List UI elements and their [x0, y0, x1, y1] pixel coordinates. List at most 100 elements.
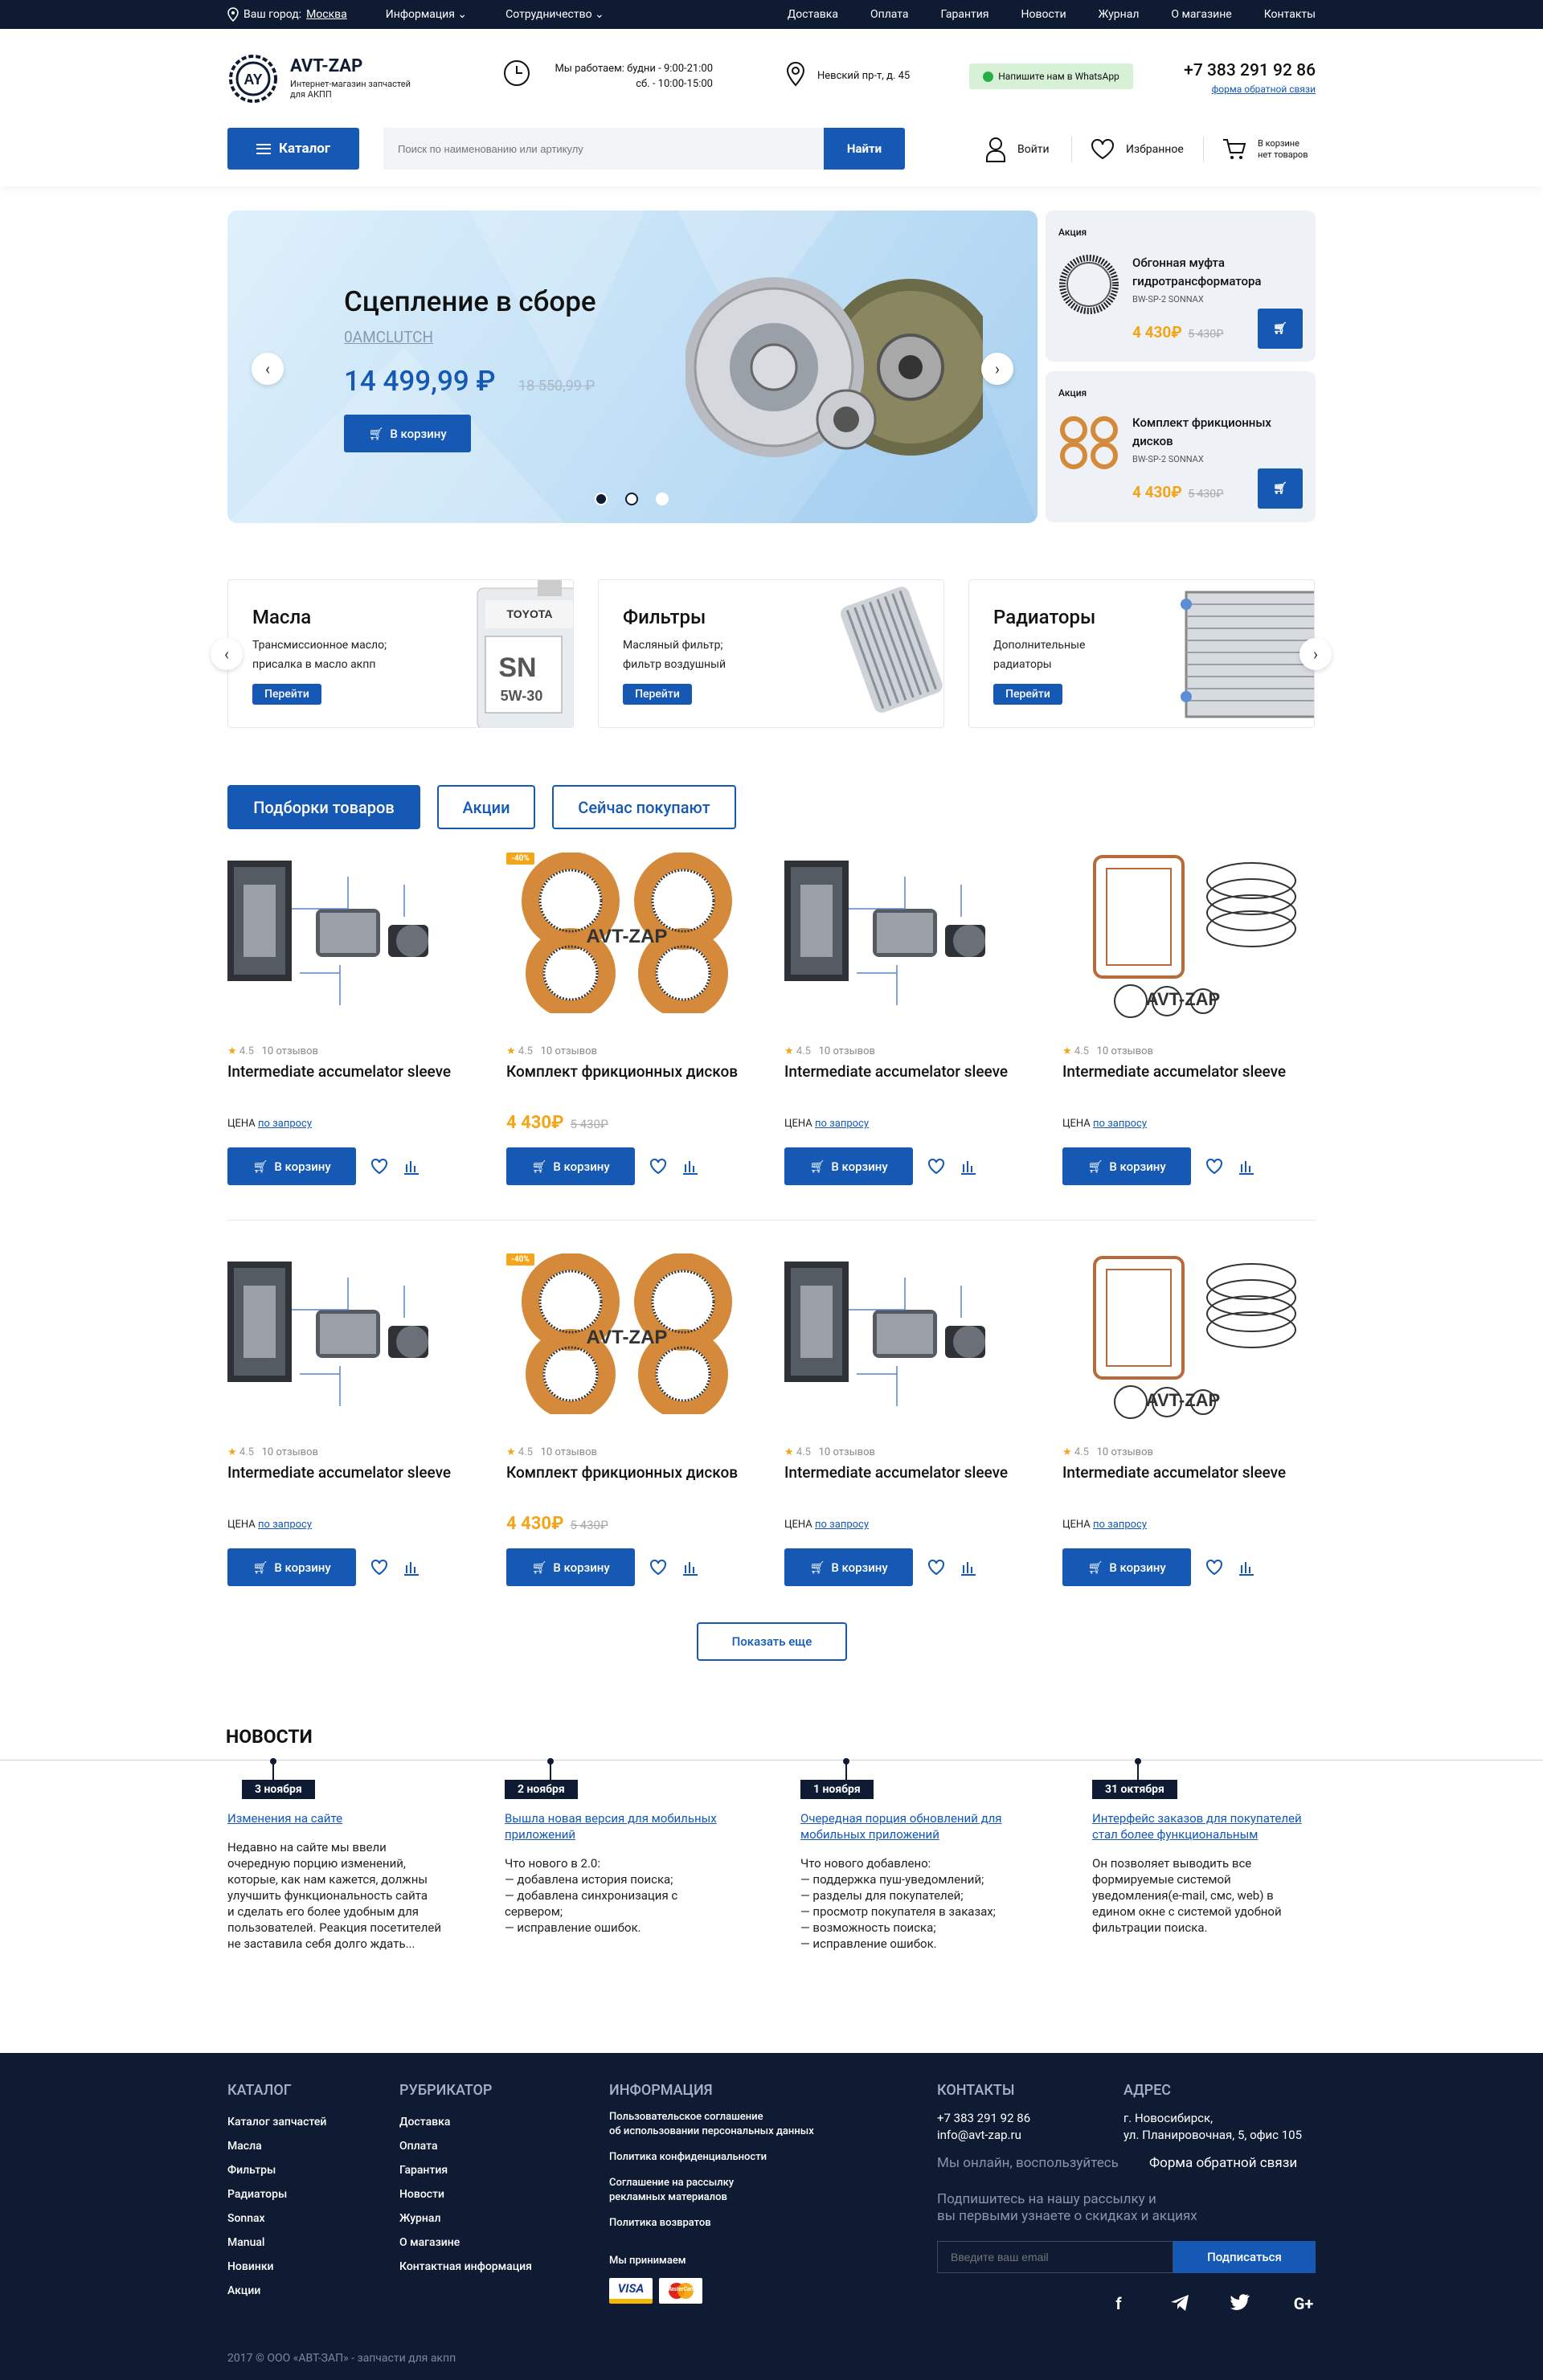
favorite-heart-icon[interactable] [927, 1158, 945, 1176]
compare-icon[interactable] [960, 1559, 977, 1576]
subscribe-button[interactable]: Подписаться [1173, 2241, 1316, 2273]
footer-catalog-link[interactable]: Масла [227, 2134, 326, 2158]
footer-rubric-link[interactable]: О магазине [399, 2231, 532, 2255]
coop-dropdown[interactable]: Сотрудничество ⌄ [505, 8, 604, 21]
favorite-heart-icon[interactable] [649, 1158, 667, 1176]
add-to-cart-button[interactable]: 🛒︎ В корзину [227, 1548, 356, 1586]
compare-icon[interactable] [1238, 1559, 1255, 1576]
twitter-icon[interactable] [1230, 2294, 1250, 2310]
search-button[interactable]: Найти [824, 128, 905, 170]
promo-cart-button[interactable]: 🛒︎ [1258, 468, 1303, 509]
product-name[interactable]: Intermediate accumelator sleeve [227, 1061, 469, 1082]
news-title-link[interactable]: Интерфейс заказов для покупателей стал б… [1092, 1810, 1325, 1842]
header-phone[interactable]: +7 383 291 92 86 [1184, 61, 1316, 80]
news-title-link[interactable]: Изменения на сайте [227, 1810, 460, 1826]
favorite-heart-icon[interactable] [370, 1559, 388, 1576]
footer-info-link[interactable]: Пользовательское соглашение об использов… [609, 2110, 814, 2139]
nav-contacts[interactable]: Контакты [1264, 8, 1316, 21]
cart-button[interactable]: В корзине нет товаров [1222, 133, 1308, 166]
subscribe-email-input[interactable] [937, 2241, 1173, 2273]
nav-news[interactable]: Новости [1021, 8, 1066, 21]
product-image[interactable]: AVT-ZAP [1062, 853, 1304, 1045]
compare-icon[interactable] [960, 1158, 977, 1176]
compare-icon[interactable] [403, 1158, 420, 1176]
product-name[interactable]: Intermediate accumelator sleeve [227, 1462, 469, 1482]
nav-payment[interactable]: Оплата [870, 8, 909, 21]
category-go-button[interactable]: Перейти [623, 684, 692, 705]
telegram-icon[interactable] [1170, 2294, 1189, 2312]
product-name[interactable]: Intermediate accumelator sleeve [784, 1462, 1025, 1482]
product-image[interactable]: AVT-ZAP -40% [506, 852, 747, 1045]
add-to-cart-button[interactable]: 🛒︎ В корзину [784, 1147, 913, 1185]
compare-icon[interactable] [1238, 1158, 1255, 1176]
footer-feedback-link[interactable]: Форма обратной связи [1149, 2155, 1297, 2171]
slider-dot[interactable] [595, 493, 608, 505]
catalog-button[interactable]: Каталог [227, 128, 359, 170]
slider-dot[interactable] [656, 493, 669, 505]
login-button[interactable]: Войти [985, 133, 1050, 166]
category-card-filters[interactable]: Фильтры Масляный фильтр; фильтр воздушны… [598, 579, 944, 728]
nav-warranty[interactable]: Гарантия [941, 8, 989, 21]
product-name[interactable]: Комплект фрикционных дисков [506, 1462, 747, 1482]
search-input[interactable] [383, 128, 824, 170]
favorite-heart-icon[interactable] [370, 1158, 388, 1176]
product-name[interactable]: Intermediate accumelator sleeve [1062, 1462, 1304, 1482]
nav-delivery[interactable]: Доставка [788, 8, 838, 21]
google-plus-icon[interactable]: G+ [1291, 2294, 1316, 2313]
product-image[interactable]: AVT-ZAP [1062, 1253, 1304, 1446]
footer-catalog-link[interactable]: Акции [227, 2279, 326, 2303]
compare-icon[interactable] [681, 1559, 699, 1576]
favorite-heart-icon[interactable] [1205, 1559, 1223, 1576]
news-title-link[interactable]: Вышла новая версия для мобильных приложе… [505, 1810, 738, 1842]
promo-card[interactable]: Акция Обгонная муфта гидротрансформатора… [1046, 211, 1316, 362]
categories-next-arrow[interactable]: › [1299, 638, 1332, 670]
tab-promotions[interactable]: Акции [437, 785, 535, 829]
hero-prev-arrow[interactable]: ‹ [252, 353, 284, 385]
price-request-link[interactable]: по запросу [815, 1118, 869, 1130]
facebook-icon[interactable]: f [1109, 2294, 1128, 2313]
whatsapp-button[interactable]: Напишите нам в WhatsApp [969, 63, 1133, 89]
city-value[interactable]: Москва [306, 8, 347, 21]
favorite-heart-icon[interactable] [927, 1559, 945, 1576]
footer-catalog-link[interactable]: Каталог запчастей [227, 2110, 326, 2134]
category-card-radiators[interactable]: Радиаторы Дополнительные радиаторы Перей… [968, 579, 1315, 728]
product-image[interactable] [227, 1253, 469, 1446]
footer-catalog-link[interactable]: Новинки [227, 2255, 326, 2279]
add-to-cart-button[interactable]: 🛒︎ В корзину [1062, 1147, 1191, 1185]
nav-about[interactable]: О магазине [1171, 8, 1231, 21]
price-request-link[interactable]: по запросу [1093, 1519, 1147, 1531]
promo-cart-button[interactable]: 🛒︎ [1258, 309, 1303, 349]
footer-info-link[interactable]: Соглашение на рассылку рекламных материа… [609, 2176, 814, 2205]
footer-catalog-link[interactable]: Sonnax [227, 2206, 326, 2231]
product-image[interactable] [784, 853, 1025, 1045]
slider-dot[interactable] [625, 493, 638, 505]
city-selector[interactable]: Ваш город: Москва [227, 7, 347, 22]
product-name[interactable]: Intermediate accumelator sleeve [1062, 1061, 1304, 1082]
price-request-link[interactable]: по запросу [258, 1118, 312, 1130]
favorite-heart-icon[interactable] [649, 1559, 667, 1576]
feedback-link[interactable]: форма обратной связи [1212, 84, 1316, 95]
footer-catalog-link[interactable]: Фильтры [227, 2158, 326, 2182]
product-image[interactable]: AVT-ZAP -40% [506, 1253, 747, 1446]
logo[interactable]: AY AVT-ZAP Интернет-магазин запчастей дл… [227, 53, 436, 104]
tab-popular[interactable]: Сейчас покупают [552, 785, 736, 829]
tab-collections[interactable]: Подборки товаров [227, 785, 420, 829]
add-to-cart-button[interactable]: 🛒︎ В корзину [227, 1147, 356, 1185]
product-name[interactable]: Комплект фрикционных дисков [506, 1061, 747, 1082]
add-to-cart-button[interactable]: 🛒︎ В корзину [506, 1548, 635, 1586]
compare-icon[interactable] [681, 1158, 699, 1176]
footer-rubric-link[interactable]: Контактная информация [399, 2255, 532, 2279]
price-request-link[interactable]: по запросу [815, 1519, 869, 1531]
category-card-oils[interactable]: Масла Трансмиссионное масло; присалка в … [227, 579, 574, 728]
footer-info-link[interactable]: Политика конфиденциальности [609, 2150, 814, 2165]
footer-info-link[interactable]: Политика возвратов [609, 2216, 814, 2231]
footer-email[interactable]: info@avt-zap.ru [937, 2127, 1030, 2144]
category-go-button[interactable]: Перейти [252, 684, 321, 705]
favorite-heart-icon[interactable] [1205, 1158, 1223, 1176]
footer-rubric-link[interactable]: Гарантия [399, 2158, 532, 2182]
news-title-link[interactable]: Очередная порция обновлений для мобильны… [800, 1810, 1033, 1842]
show-more-button[interactable]: Показать еще [697, 1622, 847, 1661]
footer-rubric-link[interactable]: Оплата [399, 2134, 532, 2158]
nav-journal[interactable]: Журнал [1099, 8, 1140, 21]
price-request-link[interactable]: по запросу [1093, 1118, 1147, 1130]
